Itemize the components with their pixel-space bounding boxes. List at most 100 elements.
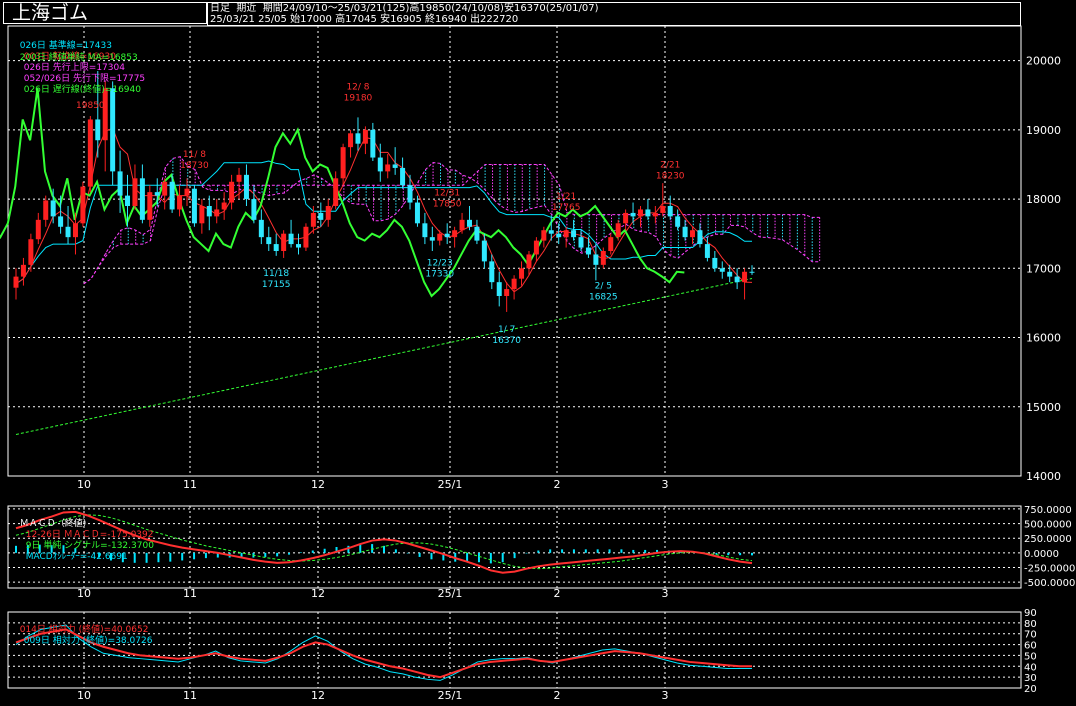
legend-senkou-b: 052/026日 先行下限=17775: [23, 74, 146, 84]
candle-body: [704, 244, 710, 258]
candle-body: [72, 223, 78, 238]
candle-body: [13, 276, 19, 288]
candle-body: [139, 178, 145, 220]
candle-body: [35, 219, 41, 240]
candle-body: [541, 230, 547, 241]
candle-body: [697, 230, 703, 245]
candle-body: [593, 254, 599, 265]
rsi-month-label: 2: [554, 689, 561, 702]
candle-body: [377, 157, 383, 172]
candle-body: [43, 200, 49, 220]
macd-month-label: 12: [311, 587, 325, 600]
candle-body: [727, 271, 733, 277]
candle-body: [437, 233, 443, 241]
annotation-date: 12/23: [427, 258, 453, 268]
price-y-tick-label: 14000: [1026, 470, 1061, 483]
legend-ma200: 200日 終値単純 MA=16853: [19, 53, 138, 63]
macd-y-tick-label: 500.0000: [1024, 520, 1072, 531]
candle-body: [385, 164, 391, 172]
candle-body: [95, 119, 101, 141]
candle-body: [481, 240, 487, 262]
candle-body: [184, 188, 190, 196]
price-month-label: 3: [662, 478, 669, 491]
macd-panel-frame: [7, 505, 1022, 589]
candle-body: [273, 244, 279, 251]
annotation-date: 12/31: [434, 188, 460, 198]
candle-body: [511, 278, 517, 290]
candle-body: [20, 264, 26, 277]
candle-body: [199, 206, 205, 224]
price-month-label: 11: [183, 478, 197, 491]
candle-body: [489, 261, 495, 283]
candle-body: [362, 129, 368, 144]
annotation-date: 1/21: [556, 192, 576, 202]
candle-body: [742, 271, 748, 283]
candle-body: [310, 212, 316, 227]
rsi-legend-9: 009日 相対力 (終値)=38.0726: [23, 636, 153, 646]
candle-body: [556, 233, 562, 238]
macd-legend: ＭＡＣＤ（終値） 12-26日 ＭＡＣＤ=-175.0392 9日 単純 シグナ…: [14, 508, 154, 563]
candle-body: [526, 254, 532, 269]
candle-body: [132, 178, 138, 206]
price-y-tick-label: 16000: [1026, 332, 1061, 345]
candle-body: [288, 233, 294, 245]
macd-y-tick-label: -250.0000: [1024, 564, 1075, 575]
candle-body: [719, 268, 725, 272]
annotation-date: 11/ 8: [183, 150, 206, 160]
candle-body: [65, 226, 71, 238]
candle-body: [258, 219, 264, 238]
annotation-value: 16370: [492, 336, 521, 346]
price-y-tick-label: 17000: [1026, 262, 1061, 275]
rsi-y-tick-label: 60: [1024, 641, 1037, 652]
legend-senkou-a: 026日 先行上限=17304: [23, 63, 125, 73]
candle-body: [147, 192, 153, 220]
candle-body: [667, 206, 673, 217]
price-panel-frame: [7, 25, 1022, 477]
rsi-panel-frame: [7, 611, 1022, 689]
macd-legend-macd: 12-26日 ＭＡＣＤ=-175.0392: [25, 530, 154, 540]
rsi-y-tick-label: 40: [1024, 662, 1037, 673]
candle-body: [162, 181, 168, 196]
macd-month-label: 2: [554, 587, 561, 600]
candle-body: [734, 276, 740, 283]
price-month-label: 2: [554, 478, 561, 491]
annotation-date: 1/ 7: [498, 325, 515, 335]
legend-chikou: 026日 遅行線(終値)=16940: [23, 85, 141, 95]
rsi-y-tick-label: 50: [1024, 651, 1037, 662]
rsi-y-tick-label: 30: [1024, 673, 1037, 684]
candle-body: [496, 282, 502, 296]
candle-body: [400, 167, 406, 186]
annotation-date: 11/18: [263, 269, 289, 279]
macd-legend-osc: MACDｵｼﾚｰﾀｰ=-42.6691: [25, 552, 128, 562]
candle-body: [50, 200, 56, 217]
candle-body: [206, 206, 212, 217]
rsi-month-label: 25/1: [438, 689, 463, 702]
chart-canvas: 14000 15000 16000 17000 18000 19000 20000 19850…: [0, 25, 1075, 702]
candle-body: [519, 268, 525, 279]
candle-body: [117, 171, 123, 196]
candle-body: [191, 188, 197, 224]
price-month-label: 10: [77, 478, 91, 491]
annotation-value: 18230: [656, 172, 685, 182]
price-month-label: 25/1: [438, 478, 463, 491]
candle-body: [459, 219, 465, 231]
macd-legend-signal: 9日 単純 シグナル=-132.3700: [25, 541, 154, 551]
price-month-label: 12: [311, 478, 325, 491]
candle-body: [154, 192, 160, 196]
page-title: 上海ゴム: [3, 2, 207, 24]
candle-body: [214, 209, 220, 217]
rsi-y-tick-label: 20: [1024, 684, 1037, 695]
candle-body: [251, 199, 257, 220]
macd-month-label: 3: [662, 587, 669, 600]
candle-body: [221, 202, 227, 210]
candle-body: [370, 129, 376, 158]
candle-body: [637, 209, 643, 217]
candle-body: [630, 212, 636, 217]
rsi-legend-14: 014日 相対力 (終値)=40.0652: [19, 625, 149, 635]
macd-y-tick-label: 250.0000: [1024, 534, 1072, 545]
candle-body: [749, 271, 755, 273]
rsi-y-tick-label: 80: [1024, 619, 1037, 630]
candle-body: [110, 88, 116, 172]
macd-month-label: 11: [183, 587, 197, 600]
ma200-line: [15, 277, 753, 435]
